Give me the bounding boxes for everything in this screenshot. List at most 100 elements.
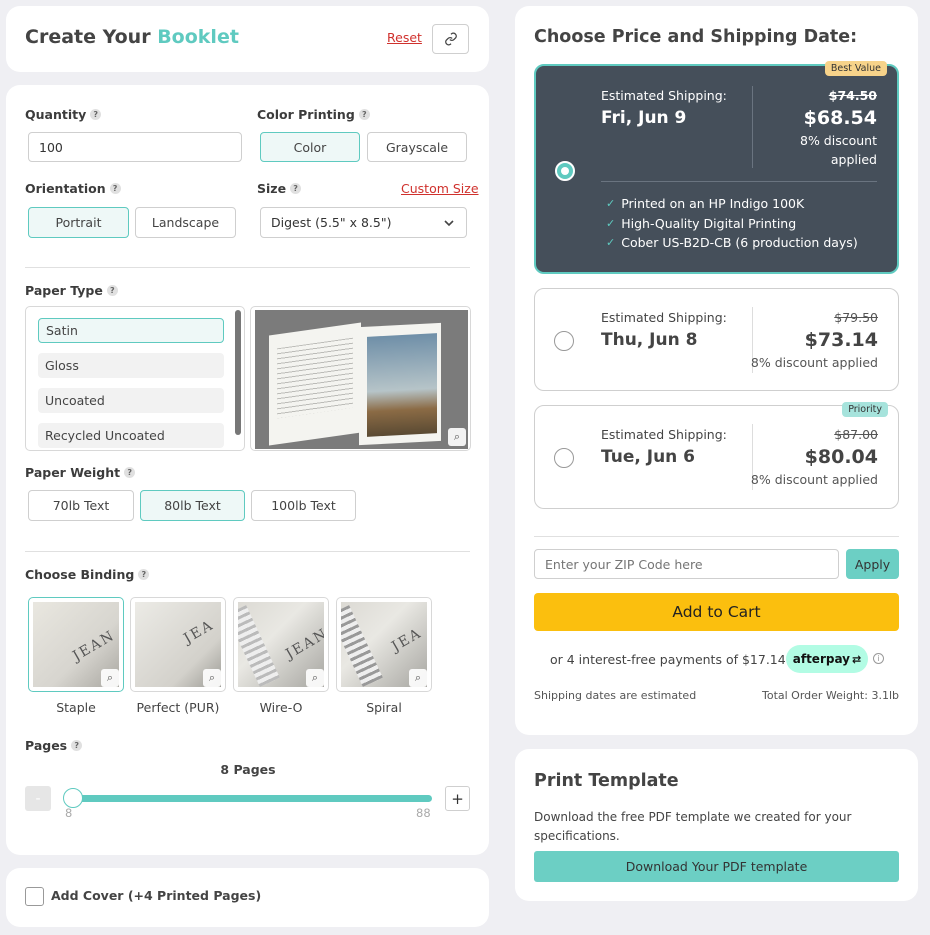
- divider: [25, 267, 470, 268]
- size-label: Size?: [257, 181, 302, 196]
- paper-type-satin[interactable]: Satin: [38, 318, 224, 343]
- title-accent: Booklet: [157, 26, 239, 48]
- divider: [601, 181, 877, 182]
- page-title: Create Your Booklet: [25, 26, 239, 48]
- order-weight: Total Order Weight: 3.1lb: [761, 689, 899, 702]
- help-icon[interactable]: ?: [106, 285, 118, 296]
- quantity-input[interactable]: 100: [28, 132, 242, 162]
- pages-slider-track[interactable]: [66, 795, 432, 802]
- discount-text: 8% discount applied: [750, 472, 878, 487]
- shipping-radio-fri[interactable]: [555, 161, 575, 181]
- reset-link[interactable]: Reset: [387, 30, 422, 45]
- orientation-label: Orientation?: [25, 181, 121, 196]
- old-price: $87.00: [834, 427, 878, 442]
- zoom-icon[interactable]: ⌕: [448, 428, 466, 446]
- add-cover-checkbox[interactable]: [25, 887, 44, 906]
- help-icon[interactable]: ?: [109, 183, 121, 194]
- discount-text: 8% discount applied: [750, 355, 878, 370]
- print-template-description: Download the free PDF template we create…: [534, 810, 852, 843]
- portrait-button[interactable]: Portrait: [28, 207, 129, 238]
- help-icon[interactable]: ?: [138, 569, 150, 580]
- pages-minus-button[interactable]: -: [25, 786, 51, 811]
- color-printing-label: Color Printing?: [257, 107, 370, 122]
- shipping-date: Fri, Jun 9: [601, 108, 687, 128]
- paper-type-recycled-uncoated[interactable]: Recycled Uncoated: [38, 423, 224, 448]
- shipping-date: Thu, Jun 8: [601, 330, 698, 350]
- shipping-option-fri[interactable]: Best Value Estimated Shipping: Fri, Jun …: [534, 61, 899, 274]
- shipping-option-thu[interactable]: Estimated Shipping: Thu, Jun 8 $79.50 $7…: [534, 288, 899, 391]
- check-icon: ✓: [606, 197, 616, 210]
- binding-staple-label: Staple: [56, 700, 96, 715]
- estimated-shipping-label: Estimated Shipping:: [601, 427, 727, 442]
- size-select[interactable]: Digest (5.5" x 8.5"): [260, 207, 467, 238]
- landscape-button[interactable]: Landscape: [135, 207, 236, 238]
- afterpay-badge[interactable]: afterpay ⇄: [786, 645, 868, 673]
- feature-item: ✓ Cober US-B2D-CB (6 production days): [606, 235, 858, 250]
- shipping-radio-tue[interactable]: [554, 448, 574, 468]
- help-icon[interactable]: ?: [358, 109, 370, 120]
- help-icon[interactable]: ?: [71, 740, 83, 751]
- apply-button[interactable]: Apply: [846, 549, 899, 579]
- zoom-icon[interactable]: ⌕: [306, 669, 324, 687]
- help-icon[interactable]: ?: [124, 467, 136, 478]
- estimated-shipping-label: Estimated Shipping:: [601, 310, 727, 325]
- afterpay-arrows-icon: ⇄: [852, 652, 862, 666]
- color-button[interactable]: Color: [260, 132, 360, 162]
- link-icon: [444, 32, 457, 46]
- weight-70lb-button[interactable]: 70lb Text: [28, 490, 134, 521]
- divider: [752, 86, 753, 168]
- afterpay-logo-text: afterpay: [792, 652, 851, 666]
- price: $68.54: [803, 107, 877, 129]
- paper-type-uncoated[interactable]: Uncoated: [38, 388, 224, 413]
- feature-item: ✓ High-Quality Digital Printing: [606, 216, 797, 231]
- download-template-button[interactable]: Download Your PDF template: [534, 851, 899, 882]
- check-icon: ✓: [606, 217, 616, 230]
- grayscale-button[interactable]: Grayscale: [367, 132, 467, 162]
- zoom-icon[interactable]: ⌕: [101, 669, 119, 687]
- share-link-button[interactable]: [432, 24, 469, 54]
- info-icon[interactable]: i: [873, 653, 884, 664]
- paper-type-gloss[interactable]: Gloss: [38, 353, 224, 378]
- header-card: Create Your Booklet Reset: [6, 6, 489, 72]
- binding-wire-o-option[interactable]: JEAN ⌕: [233, 597, 329, 692]
- pages-min-label: 8: [65, 806, 73, 820]
- pages-current-value: 8 Pages: [220, 762, 276, 777]
- add-cover-label: Add Cover (+4 Printed Pages): [51, 888, 262, 903]
- pages-slider-handle[interactable]: [63, 788, 83, 808]
- binding-label: Choose Binding?: [25, 567, 150, 582]
- pages-max-label: 88: [416, 806, 431, 820]
- shipping-date: Tue, Jun 6: [601, 447, 696, 467]
- quantity-label: Quantity?: [25, 107, 102, 122]
- binding-wire-o-label: Wire-O: [259, 700, 303, 715]
- shipping-option-tue[interactable]: Priority Estimated Shipping: Tue, Jun 6 …: [534, 402, 899, 509]
- pages-plus-button[interactable]: +: [445, 786, 470, 811]
- shipping-note: Shipping dates are estimated: [534, 689, 697, 702]
- divider: [25, 551, 470, 552]
- pages-label: Pages?: [25, 738, 83, 753]
- price: $73.14: [804, 329, 878, 351]
- zoom-icon[interactable]: ⌕: [203, 669, 221, 687]
- paper-type-label: Paper Type?: [25, 283, 118, 298]
- binding-staple-option[interactable]: JEAN ⌕: [28, 597, 124, 692]
- old-price: $74.50: [828, 88, 877, 103]
- paper-preview-image: ⌕: [250, 306, 471, 451]
- estimated-shipping-label: Estimated Shipping:: [601, 88, 727, 103]
- help-icon[interactable]: ?: [90, 109, 102, 120]
- custom-size-link[interactable]: Custom Size: [401, 181, 479, 196]
- weight-100lb-button[interactable]: 100lb Text: [251, 490, 356, 521]
- zoom-icon[interactable]: ⌕: [409, 669, 427, 687]
- best-value-badge: Best Value: [824, 61, 887, 76]
- binding-spiral-option[interactable]: JEA ⌕: [336, 597, 432, 692]
- binding-perfect-option[interactable]: JEA ⌕: [130, 597, 226, 692]
- title-prefix: Create Your: [25, 26, 151, 48]
- add-to-cart-button[interactable]: Add to Cart: [534, 593, 899, 631]
- shipping-radio-thu[interactable]: [554, 331, 574, 351]
- paper-list-scrollbar[interactable]: [235, 310, 241, 435]
- check-icon: ✓: [606, 236, 616, 249]
- zip-code-input[interactable]: [534, 549, 839, 579]
- binding-perfect-label: Perfect (PUR): [136, 700, 220, 715]
- size-select-value: Digest (5.5" x 8.5"): [271, 215, 392, 230]
- shipping-title: Choose Price and Shipping Date:: [534, 27, 858, 47]
- help-icon[interactable]: ?: [290, 183, 302, 194]
- weight-80lb-button[interactable]: 80lb Text: [140, 490, 245, 521]
